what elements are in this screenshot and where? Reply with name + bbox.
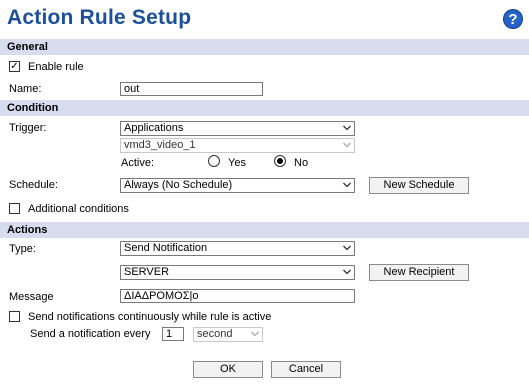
enable-rule-checkbox[interactable]: ✓ — [9, 61, 20, 72]
active-yes-label: Yes — [228, 157, 246, 169]
ok-button[interactable]: OK — [193, 361, 263, 378]
section-general: General — [0, 39, 529, 55]
additional-conditions-label: Additional conditions — [28, 203, 129, 215]
section-actions: Actions — [0, 222, 529, 238]
trigger-select[interactable]: Applications — [120, 121, 355, 136]
message-label: Message — [9, 291, 54, 303]
active-label: Active: — [121, 157, 155, 169]
schedule-label: Schedule: — [9, 179, 58, 191]
trigger-label: Trigger: — [9, 122, 47, 134]
name-input[interactable]: out — [120, 82, 263, 96]
schedule-select[interactable]: Always (No Schedule) — [120, 178, 355, 193]
chevron-down-icon — [343, 142, 351, 148]
chevron-down-icon — [343, 269, 351, 275]
radio-selected-dot — [277, 158, 283, 164]
new-recipient-button[interactable]: New Recipient — [369, 264, 469, 281]
check-icon: ✓ — [10, 61, 19, 72]
trigger-sub-select-value: vmd3_video_1 — [124, 139, 196, 151]
type-label: Type: — [9, 243, 36, 255]
chevron-down-icon — [343, 125, 351, 131]
every-input[interactable]: 1 — [162, 327, 184, 341]
unit-select[interactable]: second — [193, 327, 263, 342]
additional-conditions-checkbox[interactable] — [9, 203, 20, 214]
message-input[interactable]: ΔΙΑΔΡΟΜΟΣ|o — [120, 289, 355, 303]
trigger-sub-select[interactable]: vmd3_video_1 — [120, 138, 355, 153]
recipient-select[interactable]: SERVER — [120, 265, 355, 280]
enable-rule-label: Enable rule — [28, 61, 84, 73]
active-yes-radio[interactable] — [208, 155, 220, 167]
cancel-button[interactable]: Cancel — [271, 361, 341, 378]
trigger-select-value: Applications — [124, 122, 184, 134]
every-label: Send a notification every — [30, 328, 151, 340]
schedule-select-value: Always (No Schedule) — [124, 179, 233, 191]
continuous-label: Send notifications continuously while ru… — [28, 311, 272, 323]
unit-select-value: second — [197, 328, 233, 340]
continuous-checkbox[interactable] — [9, 311, 20, 322]
help-icon[interactable]: ? — [503, 9, 523, 29]
type-select-value: Send Notification — [124, 242, 208, 254]
chevron-down-icon — [251, 331, 259, 337]
active-no-radio[interactable] — [274, 155, 286, 167]
name-label: Name: — [9, 83, 42, 95]
recipient-select-value: SERVER — [124, 266, 170, 278]
new-schedule-button[interactable]: New Schedule — [369, 177, 469, 194]
page-title: Action Rule Setup — [7, 6, 192, 29]
type-select[interactable]: Send Notification — [120, 241, 355, 256]
chevron-down-icon — [343, 245, 351, 251]
section-condition: Condition — [0, 100, 529, 116]
active-no-label: No — [294, 157, 309, 169]
chevron-down-icon — [343, 182, 351, 188]
